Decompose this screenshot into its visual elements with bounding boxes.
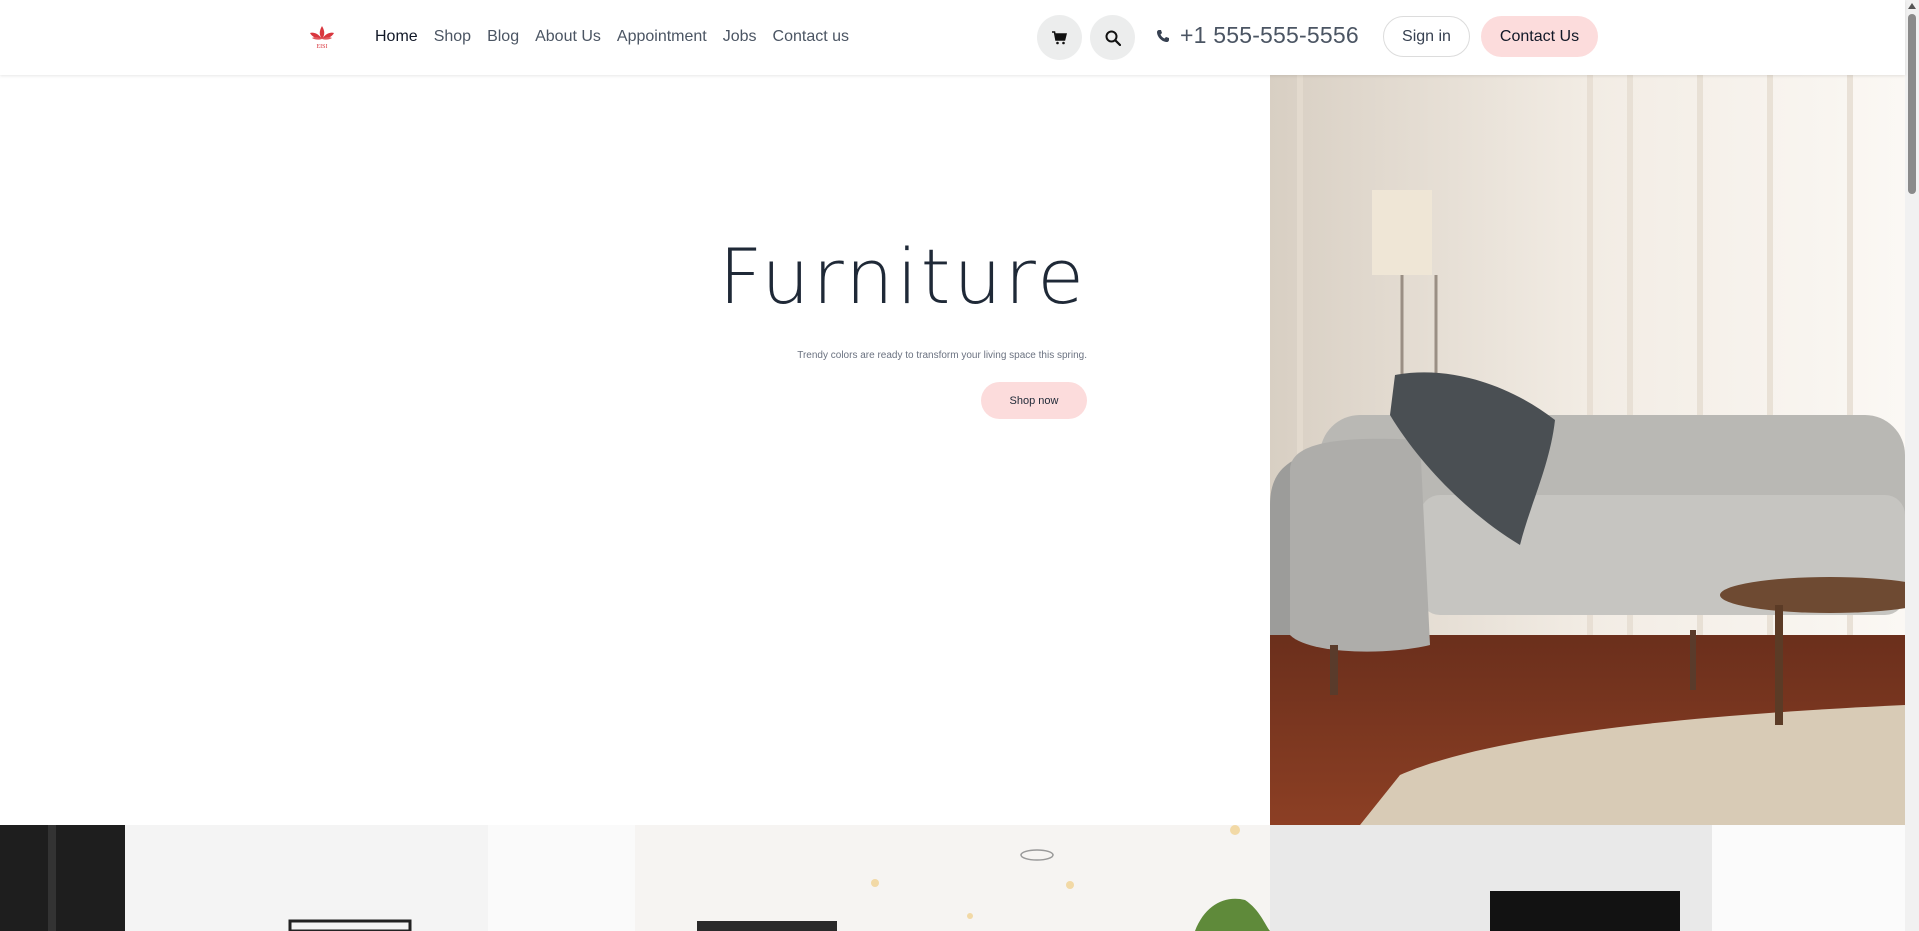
hero-sofa-image [1270,75,1905,825]
nav-item-home[interactable]: Home [375,26,418,48]
svg-text:EISI: EISI [317,44,328,50]
lotus-logo-icon: EISI [310,26,334,50]
category-image-2[interactable] [635,825,1270,931]
scrollbar-thumb[interactable] [1908,14,1916,194]
search-icon [1105,30,1121,46]
interior-photo-2 [635,825,1270,931]
interior-photo-1 [0,825,635,931]
cart-icon [1052,30,1067,44]
category-image-1[interactable] [0,825,635,931]
cart-button[interactable] [1037,15,1082,60]
interior-photo-3 [1270,825,1905,931]
nav-item-appointment[interactable]: Appointment [617,26,707,48]
living-room-illustration [1270,75,1905,825]
main-nav: Home Shop Blog About Us Appointment Jobs… [375,26,865,48]
logo[interactable]: EISI [308,24,336,50]
scroll-up-arrow-icon[interactable] [1908,3,1916,9]
nav-item-contact-us[interactable]: Contact us [773,26,849,48]
phone-link[interactable]: +1 555-555-5556 [1156,22,1359,49]
site-header: EISI Home Shop Blog About Us Appointment… [0,0,1905,75]
hero-subtitle: Trendy colors are ready to transform you… [797,350,1087,361]
search-button[interactable] [1090,15,1135,60]
nav-item-blog[interactable]: Blog [487,26,519,48]
phone-icon [1157,29,1169,42]
hero-section: Furniture Trendy colors are ready to tra… [0,75,1270,825]
nav-item-jobs[interactable]: Jobs [723,26,757,48]
sign-in-button[interactable]: Sign in [1383,16,1470,57]
contact-us-button[interactable]: Contact Us [1481,16,1598,57]
shop-now-button[interactable]: Shop now [981,382,1087,419]
category-image-3[interactable] [1270,825,1905,931]
nav-item-shop[interactable]: Shop [434,26,471,48]
hero-title: Furniture [718,232,1087,321]
phone-number: +1 555-555-5556 [1180,22,1359,48]
nav-item-about-us[interactable]: About Us [535,26,601,48]
page-scrollbar[interactable] [1905,0,1919,931]
